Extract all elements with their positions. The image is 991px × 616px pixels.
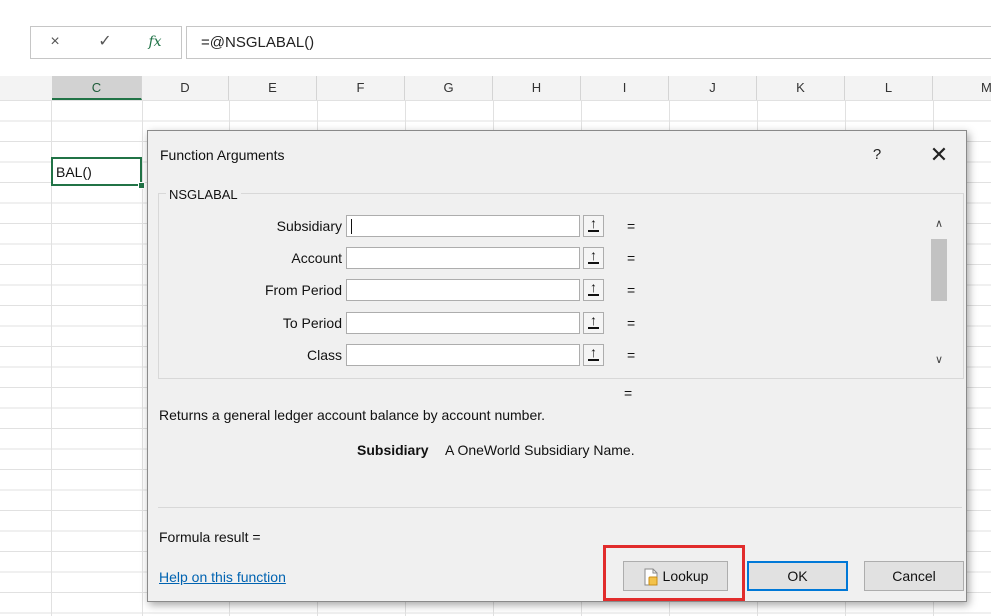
from-period-input[interactable] [346,279,580,301]
arguments-scrollbar[interactable]: ∧ ∨ [930,213,948,371]
argument-label: From Period [264,282,342,298]
formula-result: Formula result = [159,529,261,545]
collapse-dialog-icon[interactable]: ↑ [583,279,604,301]
collapse-dialog-icon[interactable]: ↑ [583,312,604,334]
argument-result: = [627,347,636,363]
insert-function-icon[interactable]: fx [145,33,165,51]
argument-result: = [627,250,636,266]
column-header-h[interactable]: H [493,76,581,100]
formula-input[interactable]: =@NSGLABAL() [186,26,991,59]
argument-result: = [627,218,636,234]
cancel-icon[interactable]: × [45,33,65,51]
account-input[interactable] [346,247,580,269]
column-header-j[interactable]: J [669,76,757,100]
active-cell[interactable]: BAL() [51,157,142,186]
scroll-down-icon[interactable]: ∨ [930,349,948,371]
argument-row-class: Class ↑ = [148,344,668,366]
argument-row-to-period: To Period ↑ = [148,312,668,334]
argument-row-from-period: From Period ↑ = [148,279,668,301]
help-on-function-link[interactable]: Help on this function [159,569,286,585]
column-header-c[interactable]: C [52,76,142,100]
argument-label: Account [291,250,342,266]
active-cell-value: BAL() [56,164,92,180]
dialog-title: Function Arguments [160,147,285,163]
column-header-d[interactable]: D [142,76,229,100]
column-header-f[interactable]: F [317,76,405,100]
column-header-i[interactable]: I [581,76,669,100]
lookup-button[interactable]: Lookup [623,561,728,591]
function-name-label: NSGLABAL [166,187,241,202]
enter-icon[interactable]: ✓ [95,33,115,51]
lookup-icon [644,568,658,586]
parameter-name: Subsidiary [357,442,429,458]
column-header-l[interactable]: L [845,76,933,100]
argument-label: To Period [282,315,342,331]
scroll-up-icon[interactable]: ∧ [930,213,948,235]
divider [158,507,962,508]
column-header-k[interactable]: K [757,76,845,100]
argument-row-subsidiary: Subsidiary ↑ = [148,215,668,237]
class-input[interactable] [346,344,580,366]
help-icon[interactable]: ? [865,143,889,167]
column-header-g[interactable]: G [405,76,493,100]
argument-label: Class [306,347,342,363]
formula-bar: × ✓ fx =@NSGLABAL() [0,0,991,82]
argument-result: = [627,315,636,331]
column-header-e[interactable]: E [229,76,317,100]
argument-label: Subsidiary [276,218,342,234]
cancel-button[interactable]: Cancel [864,561,964,591]
collapse-dialog-icon[interactable]: ↑ [583,344,604,366]
column-header-m[interactable]: M [933,76,991,100]
scroll-thumb[interactable] [931,239,947,301]
subsidiary-input[interactable] [346,215,580,237]
argument-row-account: Account ↑ = [148,247,668,269]
argument-result: = [627,282,636,298]
lookup-label: Lookup [662,568,709,584]
function-arguments-dialog: Function Arguments ? ✕ NSGLABAL Subsidia… [147,130,967,602]
column-header-row: C D E F G H I J K L M [0,76,991,101]
formula-text: =@NSGLABAL() [201,34,315,51]
parameter-description: A OneWorld Subsidiary Name. [445,442,635,458]
function-result: = [624,385,633,401]
collapse-dialog-icon[interactable]: ↑ [583,215,604,237]
function-description: Returns a general ledger account balance… [159,407,546,423]
close-icon[interactable]: ✕ [925,141,953,169]
collapse-dialog-icon[interactable]: ↑ [583,247,604,269]
to-period-input[interactable] [346,312,580,334]
ok-button[interactable]: OK [747,561,848,591]
formula-buttons: × ✓ fx [30,26,182,59]
fill-handle[interactable] [138,182,145,189]
